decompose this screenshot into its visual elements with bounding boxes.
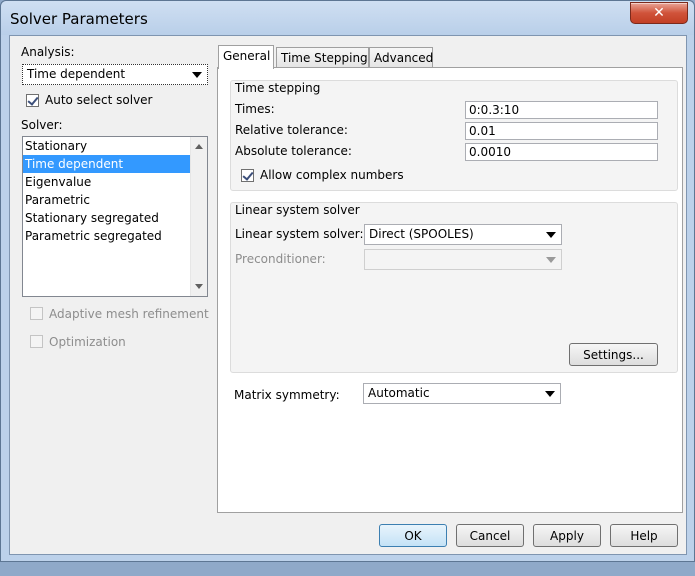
reltol-label: Relative tolerance: xyxy=(235,123,348,137)
dialog-body: Analysis: Time dependent Auto select sol… xyxy=(9,35,687,555)
time-stepping-group: Time stepping Times: 0:0.3:10 Relative t… xyxy=(230,80,678,191)
chevron-down-icon xyxy=(192,72,202,78)
auto-select-checkbox[interactable] xyxy=(26,94,39,107)
linear-solver-group: Linear system solver Linear system solve… xyxy=(230,202,678,373)
list-item[interactable]: Eigenvalue xyxy=(23,173,207,191)
window-title: Solver Parameters xyxy=(10,10,148,28)
title-bar[interactable]: Solver Parameters ✕ xyxy=(1,1,694,35)
preconditioner-label: Preconditioner: xyxy=(235,252,326,266)
complex-numbers-label: Allow complex numbers xyxy=(260,168,404,182)
auto-select-label: Auto select solver xyxy=(45,93,153,107)
chevron-down-icon xyxy=(546,232,556,238)
list-scrollbar[interactable] xyxy=(190,137,207,296)
linear-solver-label: Linear system solver: xyxy=(235,227,364,241)
tab-general[interactable]: General xyxy=(218,45,274,69)
list-item[interactable]: Parametric xyxy=(23,191,207,209)
matrix-symmetry-dropdown[interactable]: Automatic xyxy=(363,383,561,404)
tab-time-stepping[interactable]: Time Stepping xyxy=(276,47,369,69)
chevron-down-icon xyxy=(546,257,556,263)
help-button[interactable]: Help xyxy=(610,524,678,547)
ok-button[interactable]: OK xyxy=(379,524,447,547)
close-icon: ✕ xyxy=(653,5,665,21)
scroll-down-icon[interactable] xyxy=(195,284,203,289)
analysis-value: Time dependent xyxy=(27,67,126,81)
list-item[interactable]: Time dependent xyxy=(23,155,207,173)
preconditioner-dropdown[interactable] xyxy=(364,249,562,270)
tab-advanced[interactable]: Advanced xyxy=(369,47,433,69)
solver-parameters-window: Solver Parameters ✕ Analysis: Time depen… xyxy=(0,0,695,562)
adaptive-mesh-checkbox[interactable] xyxy=(30,307,43,320)
linear-solver-dropdown[interactable]: Direct (SPOOLES) xyxy=(364,224,562,245)
linear-solver-value: Direct (SPOOLES) xyxy=(369,227,474,241)
list-item[interactable]: Parametric segregated xyxy=(23,227,207,245)
adaptive-mesh-label: Adaptive mesh refinement xyxy=(49,307,209,321)
general-tab-panel: Time stepping Times: 0:0.3:10 Relative t… xyxy=(217,67,683,513)
abstol-input[interactable]: 0.0010 xyxy=(465,143,658,161)
cancel-button[interactable]: Cancel xyxy=(456,524,524,547)
settings-button[interactable]: Settings... xyxy=(569,343,658,366)
reltol-input[interactable]: 0.01 xyxy=(465,122,658,140)
abstol-label: Absolute tolerance: xyxy=(235,144,352,158)
optimization-label: Optimization xyxy=(49,335,126,349)
matrix-symmetry-value: Automatic xyxy=(368,386,430,400)
time-stepping-title: Time stepping xyxy=(235,81,321,95)
list-item[interactable]: Stationary segregated xyxy=(23,209,207,227)
solver-listbox[interactable]: Stationary Time dependent Eigenvalue Par… xyxy=(22,136,208,297)
list-item[interactable]: Stationary xyxy=(23,137,207,155)
complex-numbers-checkbox[interactable] xyxy=(241,169,254,182)
apply-button[interactable]: Apply xyxy=(533,524,601,547)
matrix-symmetry-label: Matrix symmetry: xyxy=(234,388,340,402)
analysis-dropdown[interactable]: Time dependent xyxy=(22,64,208,85)
scroll-up-icon[interactable] xyxy=(195,144,203,149)
solver-label: Solver: xyxy=(21,118,63,132)
analysis-label: Analysis: xyxy=(21,45,75,59)
times-label: Times: xyxy=(235,102,275,116)
optimization-checkbox[interactable] xyxy=(30,335,43,348)
linear-solver-title: Linear system solver xyxy=(235,203,360,217)
close-button[interactable]: ✕ xyxy=(630,2,688,24)
times-input[interactable]: 0:0.3:10 xyxy=(465,101,658,119)
chevron-down-icon xyxy=(545,391,555,397)
